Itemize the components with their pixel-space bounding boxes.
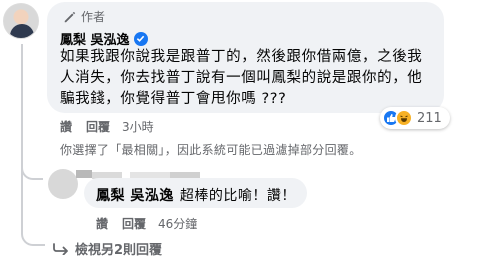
comment-timestamp[interactable]: 3小時	[122, 118, 154, 135]
reactions-summary[interactable]: 211	[380, 107, 450, 129]
comment-author[interactable]: 鳳梨 吳泓逸	[60, 29, 148, 48]
verified-icon	[133, 31, 148, 46]
reply-button[interactable]: 回覆	[86, 118, 110, 135]
comment-actions: 讚 回覆 3小時	[60, 118, 154, 135]
author-badge: 作者	[63, 8, 105, 25]
thread-line	[21, 44, 23, 234]
thread-connector	[21, 162, 43, 180]
haha-reaction-icon	[395, 109, 413, 127]
reply-mention[interactable]: 鳳梨 吳泓逸	[96, 185, 174, 205]
author-avatar[interactable]	[3, 3, 39, 39]
like-button[interactable]: 讚	[60, 118, 72, 135]
reply-actions: 讚 回覆 46分鐘	[96, 215, 197, 232]
reaction-count: 211	[417, 110, 442, 126]
comment-text: 如果我跟你說我是跟普丁的，然後跟你借兩億，之後我人消失，你去找普丁說有一個叫鳳梨…	[60, 49, 423, 107]
pencil-icon	[64, 11, 76, 22]
reply-like-button[interactable]: 讚	[96, 215, 108, 232]
reply-reply-button[interactable]: 回覆	[122, 215, 146, 232]
view-more-replies[interactable]: 檢視另2則回覆	[53, 239, 162, 258]
redacted-name	[76, 170, 92, 178]
reply-body: 超棒的比喻！讚！	[179, 188, 296, 204]
view-more-replies-label[interactable]: 檢視另2則回覆	[75, 239, 162, 258]
replier-avatar[interactable]	[48, 169, 78, 199]
reply-text: 鳳梨 吳泓逸 超棒的比喻！讚！	[96, 185, 296, 205]
reply-timestamp[interactable]: 46分鐘	[158, 215, 197, 232]
reply-arrow-icon	[53, 242, 68, 255]
author-badge-label: 作者	[81, 10, 106, 24]
thread-connector-more	[21, 226, 45, 246]
filter-notice: 你選擇了「最相關」，因此系統可能已過濾掉部分回覆。	[60, 143, 362, 157]
author-name[interactable]: 鳳梨 吳泓逸	[60, 29, 130, 48]
